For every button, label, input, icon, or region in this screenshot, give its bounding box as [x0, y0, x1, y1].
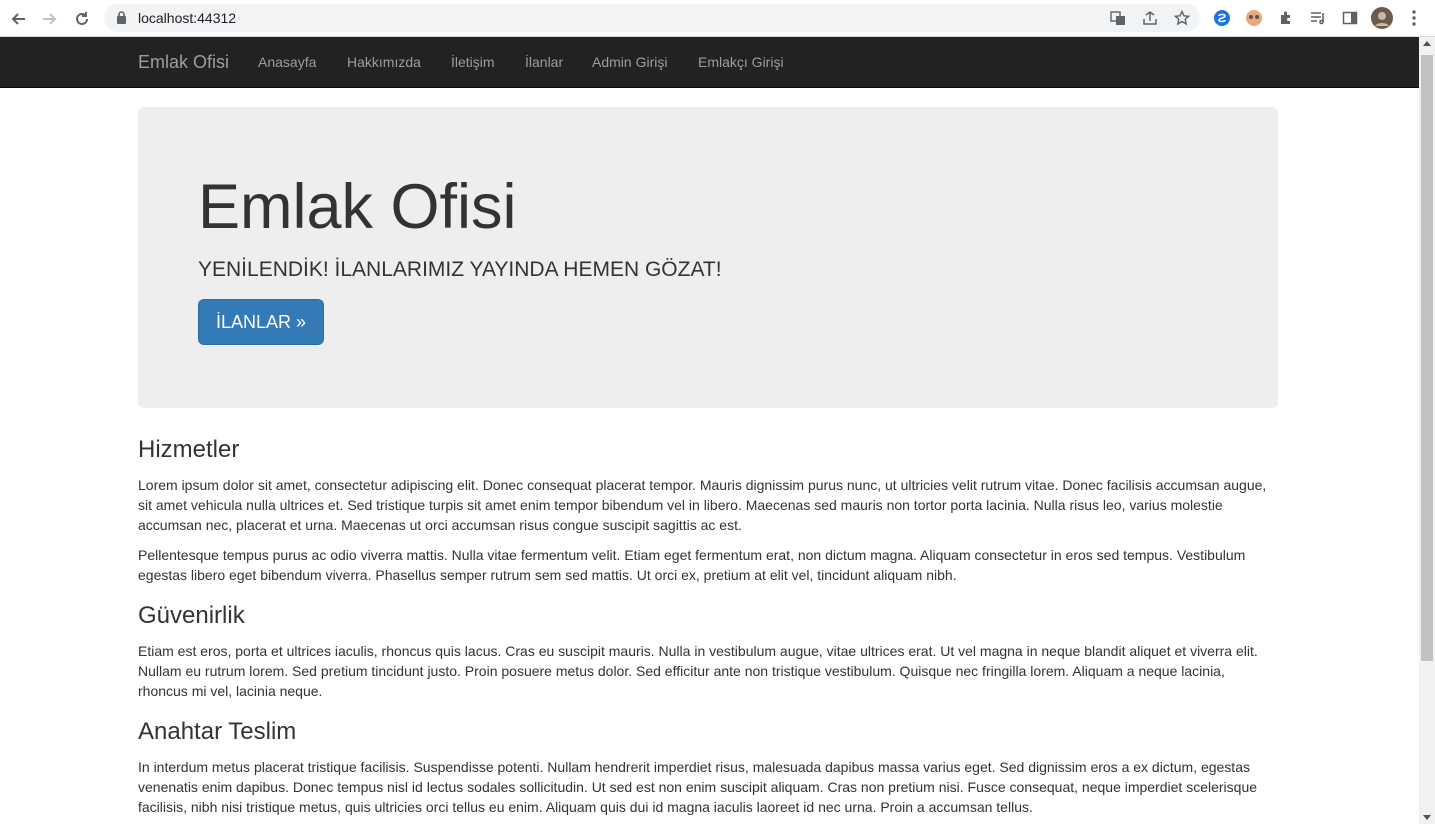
nav-link-ilanlar[interactable]: İlanlar [525, 54, 563, 70]
scroll-up-arrow-icon[interactable] [1423, 41, 1431, 46]
nav-link-anasayfa[interactable]: Anasayfa [258, 54, 316, 70]
section-paragraph: Pellentesque tempus purus ac odio viverr… [138, 547, 1246, 584]
share-icon[interactable] [1140, 8, 1160, 28]
scrollbar-thumb[interactable] [1421, 55, 1433, 661]
section-paragraph: In interdum metus placerat tristique fac… [138, 759, 1258, 816]
jumbotron: Emlak Ofisi YENİLENDİK! İLANLARIMIZ YAYI… [138, 107, 1278, 408]
scroll-down-arrow-icon[interactable] [1423, 815, 1431, 820]
extension-face-icon[interactable] [1243, 7, 1265, 29]
extension-icon[interactable] [1275, 7, 1297, 29]
section-anahtar-teslim: Anahtar Teslim In interdum metus placera… [138, 718, 1278, 817]
nav-link-emlakci-girisi[interactable]: Emlakçı Girişi [698, 54, 784, 70]
navbar-brand[interactable]: Emlak Ofisi [138, 52, 229, 73]
reload-icon[interactable] [69, 6, 95, 32]
side-panel-icon[interactable] [1339, 7, 1361, 29]
extension-s-icon[interactable] [1211, 7, 1233, 29]
url-text[interactable]: localhost:44312 [138, 10, 236, 26]
forward-arrow-icon[interactable] [37, 6, 63, 32]
jumbotron-subtitle: YENİLENDİK! İLANLARIMIZ YAYINDA HEMEN GÖ… [198, 258, 722, 281]
reading-list-icon[interactable] [1307, 7, 1329, 29]
page-scrollbar[interactable] [1419, 37, 1435, 824]
section-title: Güvenirlik [138, 602, 245, 629]
address-bar[interactable]: localhost:44312 [104, 4, 1200, 32]
bookmark-star-icon[interactable] [1172, 8, 1192, 28]
browser-toolbar: localhost:44312 [0, 0, 1435, 37]
section-paragraph: Lorem ipsum dolor sit amet, consectetur … [138, 477, 1267, 534]
section-title: Anahtar Teslim [138, 718, 297, 745]
section-guvenirlik: Güvenirlik Etiam est eros, porta et ultr… [138, 602, 1278, 701]
jumbotron-title: Emlak Ofisi [198, 172, 517, 242]
nav-link-admin-girisi[interactable]: Admin Girişi [592, 54, 667, 70]
site-navbar: Emlak Ofisi Anasayfa Hakkımızda İletişim… [0, 37, 1419, 88]
section-hizmetler: Hizmetler Lorem ipsum dolor sit amet, co… [138, 436, 1278, 585]
back-arrow-icon[interactable] [5, 6, 31, 32]
ilanlar-button[interactable]: İLANLAR » [198, 299, 325, 345]
section-paragraph: Etiam est eros, porta et ultrices iaculi… [138, 643, 1258, 700]
section-title: Hizmetler [138, 436, 240, 463]
nav-link-iletisim[interactable]: İletişim [451, 54, 495, 70]
more-menu-icon[interactable] [1403, 7, 1425, 29]
profile-avatar-icon[interactable] [1371, 7, 1393, 29]
lock-icon[interactable] [116, 11, 127, 29]
translate-icon[interactable] [1108, 8, 1128, 28]
nav-link-hakkimizda[interactable]: Hakkımızda [347, 54, 421, 70]
